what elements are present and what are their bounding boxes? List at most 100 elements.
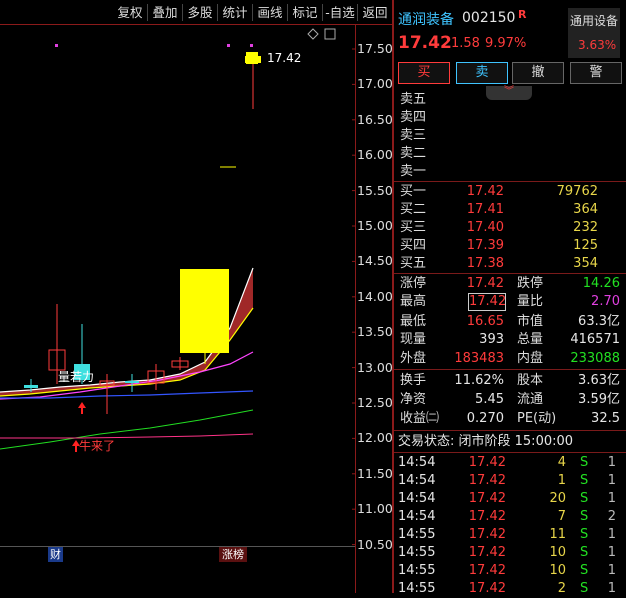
buy-level-price: 17.39 <box>466 238 504 253</box>
toolbar-divider <box>217 4 218 21</box>
sell-button[interactable]: 卖 <box>456 62 508 84</box>
outer-volume-value: 183483 <box>454 351 504 366</box>
stock-badge: R <box>518 8 527 21</box>
inner-volume-value: 233088 <box>570 351 620 366</box>
draw-line-button[interactable]: 画线 <box>254 4 286 22</box>
turnover-label: 换手 <box>400 373 427 388</box>
limit-list-tag[interactable]: 涨榜 <box>219 547 247 562</box>
eps-value: 0.270 <box>466 411 504 426</box>
alert-button[interactable]: 警 <box>570 62 622 84</box>
tick-price: 17.42 <box>468 455 506 470</box>
ma-pink-line <box>0 433 254 439</box>
tick-time: 14:55 <box>398 581 436 596</box>
buy-button[interactable]: 买 <box>398 62 450 84</box>
sell-level-label: 卖二 <box>400 146 427 161</box>
signal-dot <box>227 44 230 47</box>
kline-chart[interactable]: 17.50 17.00 16.50 16.00 15.50 15.00 14.50 14.00… <box>0 24 393 593</box>
buy-level-row[interactable]: 买四 17.39 125 <box>394 237 626 255</box>
pe-value: 32.5 <box>591 411 620 426</box>
arrival-annotation: 牛来了 <box>79 439 116 453</box>
stats-divider <box>394 273 626 274</box>
candle <box>125 381 139 383</box>
last-price-marker <box>246 52 258 64</box>
tick-row: 14:54 17.42 7 S 2 <box>394 508 626 526</box>
toolbar-divider <box>357 4 358 21</box>
buy-level-row[interactable]: 买一 17.42 79762 <box>394 183 626 201</box>
stock-name: 通润装备 <box>398 12 454 28</box>
tick-row: 14:54 17.42 1 S 1 <box>394 472 626 490</box>
limit-up-candle <box>180 269 229 353</box>
candle <box>24 385 38 388</box>
net-assets-value: 5.45 <box>475 392 504 407</box>
square-icon[interactable] <box>324 28 336 40</box>
sell-level-label: 卖四 <box>400 110 427 125</box>
toolbar-divider <box>182 4 183 21</box>
buy-level-volume: 364 <box>573 202 598 217</box>
shares-value: 3.63亿 <box>578 373 620 388</box>
tick-time: 14:55 <box>398 527 436 542</box>
tick-price: 17.42 <box>468 473 506 488</box>
buy-level-row[interactable]: 买二 17.41 364 <box>394 201 626 219</box>
limit-up-value: 17.42 <box>466 276 504 291</box>
buy-level-row[interactable]: 买五 17.38 354 <box>394 255 626 273</box>
restore-rights-button[interactable]: 复权 <box>114 4 146 22</box>
tick-count: 1 <box>607 563 616 578</box>
price-axis-label: 11.00 <box>357 501 393 517</box>
tick-count: 1 <box>607 545 616 560</box>
price-axis-label: 16.00 <box>357 147 393 163</box>
buy-level-price: 17.40 <box>466 220 504 235</box>
tick-row: 14:55 17.42 11 S 1 <box>394 526 626 544</box>
tick-side: S <box>580 581 589 596</box>
price-axis-label: 15.50 <box>357 182 393 198</box>
ma-green-line <box>0 409 254 450</box>
volume-ratio-value: 2.70 <box>591 294 620 309</box>
tick-price: 17.42 <box>468 581 506 596</box>
eps-label: 收益㈡ <box>400 411 440 426</box>
tick-row: 14:55 17.42 10 S 1 <box>394 544 626 562</box>
tick-time: 14:54 <box>398 455 436 470</box>
multi-stock-button[interactable]: 多股 <box>184 4 216 22</box>
toolbar-divider <box>252 4 253 21</box>
tick-count: 1 <box>607 473 616 488</box>
sell-level-label: 卖一 <box>400 164 427 179</box>
collapse-chevron-icon[interactable]: ︾ <box>486 86 532 100</box>
buy-level-row[interactable]: 买三 17.40 232 <box>394 219 626 237</box>
stats-divider <box>394 369 626 370</box>
statistics-button[interactable]: 统计 <box>219 4 251 22</box>
mark-button[interactable]: 标记 <box>289 4 321 22</box>
tick-count: 1 <box>607 455 616 470</box>
finance-tag[interactable]: 财 <box>48 547 63 562</box>
market-cap-value: 63.3亿 <box>578 314 620 329</box>
diamond-icon[interactable] <box>307 28 319 40</box>
back-button[interactable]: 返回 <box>359 4 391 22</box>
price-change: 1.58 <box>451 36 480 51</box>
industry-pct: 3.63% <box>578 38 617 52</box>
industry-box[interactable]: 通用设备 3.63% <box>568 8 620 58</box>
buy-level-label: 买三 <box>400 220 427 235</box>
market-cap-label: 市值 <box>517 314 544 329</box>
low-value: 16.65 <box>466 314 504 329</box>
limit-down-label: 跌停 <box>517 276 544 291</box>
net-assets-label: 净资 <box>400 392 427 407</box>
buy-level-price: 17.41 <box>466 202 504 217</box>
tick-row: 14:54 17.42 20 S 1 <box>394 490 626 508</box>
cancel-order-button[interactable]: 撤 <box>512 62 564 84</box>
buy-level-volume: 125 <box>573 238 598 253</box>
quote-panel: 通润装备 002150 R 17.42 1.58 9.97% 通用设备 3.63… <box>394 0 626 596</box>
tick-side: S <box>580 473 589 488</box>
buy-level-label: 买五 <box>400 256 427 271</box>
tick-time: 14:55 <box>398 545 436 560</box>
tick-side: S <box>580 509 589 524</box>
low-label: 最低 <box>400 314 427 329</box>
buy-level-price: 17.38 <box>466 256 504 271</box>
total-volume-label: 总量 <box>517 332 544 347</box>
tick-side: S <box>580 563 589 578</box>
float-shares-label: 流通 <box>517 392 544 407</box>
tick-row: 14:54 17.42 4 S 1 <box>394 454 626 472</box>
overlay-button[interactable]: 叠加 <box>149 4 181 22</box>
status-divider <box>394 430 626 431</box>
remove-watchlist-button[interactable]: -自选 <box>324 4 356 22</box>
buy-level-volume: 232 <box>573 220 598 235</box>
stock-code: 002150 <box>462 10 516 26</box>
candles <box>24 56 261 414</box>
